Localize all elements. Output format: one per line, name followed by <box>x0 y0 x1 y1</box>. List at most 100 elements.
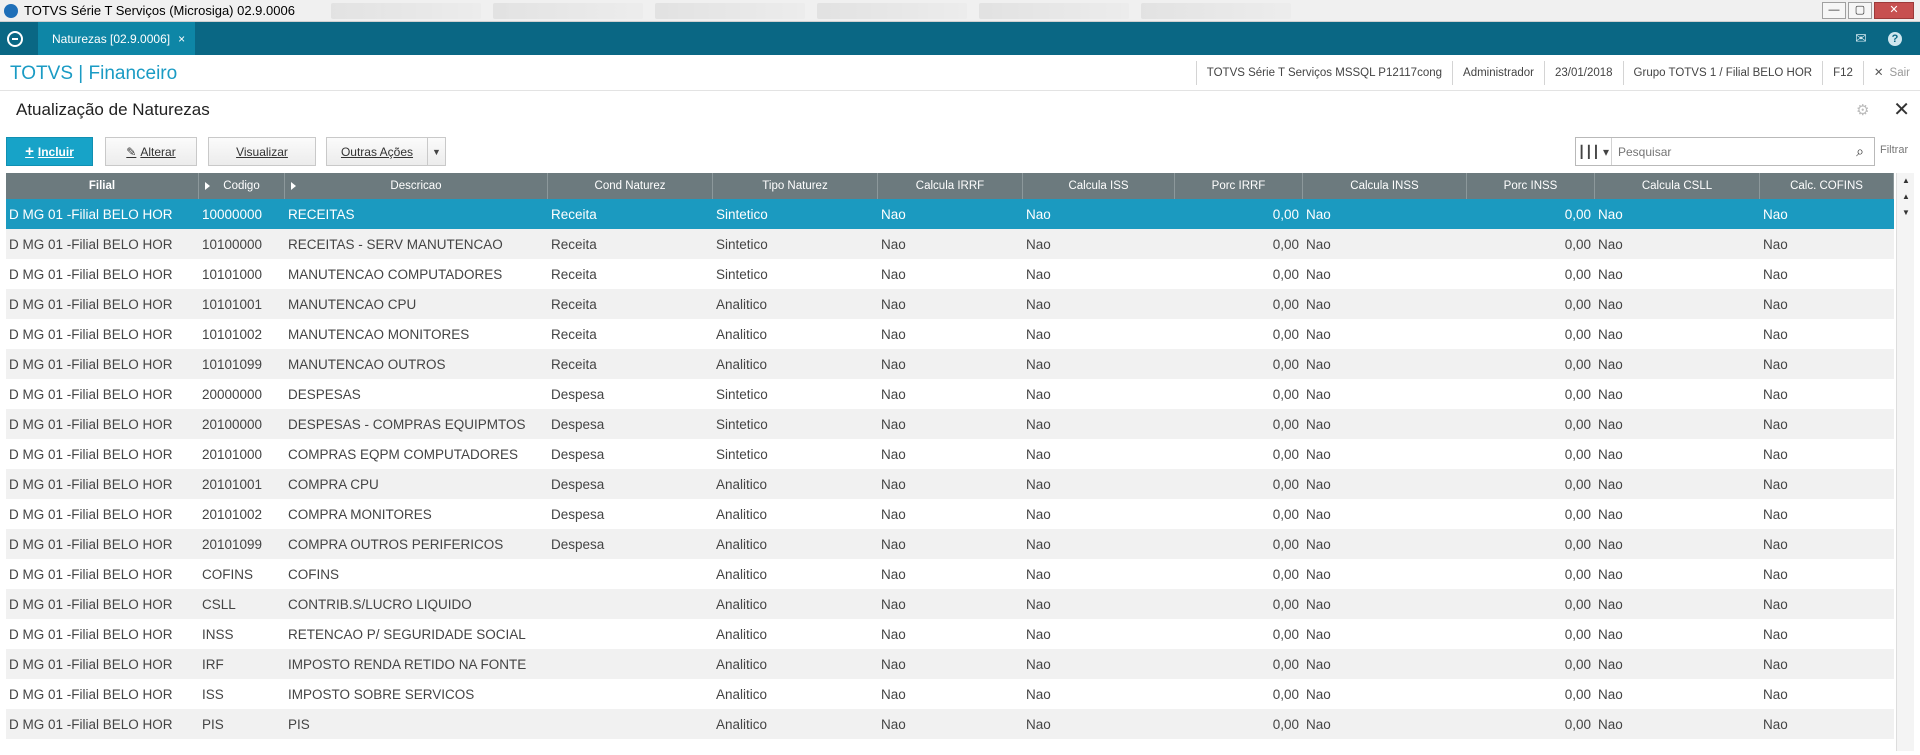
column-header-porc-inss[interactable]: Porc INSS <box>1467 173 1595 199</box>
cell-porc-inss: 0,00 <box>1564 446 1591 462</box>
table-row[interactable]: D MG 01 -Filial BELO HOR 10101099 MANUTENC… <box>6 349 1894 379</box>
column-header-tipo-naturez[interactable]: Tipo Naturez <box>713 173 878 199</box>
table-row[interactable]: D MG 01 -Filial BELO HOR PIS PIS Analitico N… <box>6 709 1894 739</box>
column-header-porc-irrf[interactable]: Porc IRRF <box>1175 173 1303 199</box>
cell-calcula-irrf: Nao <box>881 626 906 642</box>
cell-porc-irrf: 0,00 <box>1272 716 1299 732</box>
column-header-label: Descricao <box>390 180 442 192</box>
cell-calcula-csll: Nao <box>1598 716 1623 732</box>
cell-calc-cofins: Nao <box>1763 416 1788 432</box>
table-row[interactable]: D MG 01 -Filial BELO HOR 20000000 DESPESAS… <box>6 379 1894 409</box>
cell-cond-naturez <box>548 649 713 679</box>
table-row[interactable]: D MG 01 -Filial BELO HOR 10100000 RECEITAS… <box>6 229 1894 259</box>
help-icon[interactable]: ? <box>1878 22 1912 55</box>
group-label[interactable]: Grupo TOTVS 1 / Filial BELO HOR <box>1622 61 1823 85</box>
cell-porc-inss: 0,00 <box>1564 326 1591 342</box>
table-row[interactable]: D MG 01 -Filial BELO HOR 20101099 COMPRA O… <box>6 529 1894 559</box>
cell-calcula-irrf: Nao <box>881 356 906 372</box>
filtrar-link[interactable]: Filtrar <box>1880 144 1908 156</box>
tab-close-icon[interactable]: × <box>178 32 185 46</box>
cell-codigo: INSS <box>202 626 234 642</box>
table-row[interactable]: D MG 01 -Filial BELO HOR COFINS COFINS Anal… <box>6 559 1894 589</box>
column-header-calc-cofins[interactable]: Calc. COFINS <box>1760 173 1894 199</box>
column-header-label: Calcula IRRF <box>915 180 985 192</box>
table-row[interactable]: D MG 01 -Filial BELO HOR 20101000 COMPRAS … <box>6 439 1894 469</box>
column-header-filial[interactable]: Filial <box>6 173 199 199</box>
table-row[interactable]: D MG 01 -Filial BELO HOR 20101002 COMPRA M… <box>6 499 1894 529</box>
scroll-up-icon[interactable]: ▲ <box>1897 189 1915 205</box>
shortcut-label[interactable]: F12 <box>1822 61 1863 85</box>
table-row[interactable]: D MG 01 -Filial BELO HOR 20100000 DESPESAS… <box>6 409 1894 439</box>
cell-filial: D MG 01 -Filial BELO HOR <box>9 326 173 342</box>
outras-acoes-button[interactable]: Outras Ações ▼ <box>326 137 446 166</box>
search-icon[interactable]: ⌕ <box>1846 143 1874 160</box>
cell-codigo: ISS <box>202 686 224 702</box>
table-row[interactable]: D MG 01 -Filial BELO HOR 10101000 MANUTENC… <box>6 259 1894 289</box>
search-input[interactable] <box>1612 144 1846 159</box>
table-row[interactable]: D MG 01 -Filial BELO HOR 10000000 RECEITAS… <box>6 199 1894 229</box>
minimize-button[interactable]: — <box>1822 2 1846 19</box>
cell-calcula-irrf: Nao <box>881 206 906 222</box>
table-row[interactable]: D MG 01 -Filial BELO HOR ISS IMPOSTO SOBRE… <box>6 679 1894 709</box>
cell-tipo-naturez: Sintetico <box>716 206 768 222</box>
cell-porc-inss: 0,00 <box>1564 506 1591 522</box>
columns-selector-icon[interactable]: ┃┃┃ ▾ <box>1576 138 1612 165</box>
column-header-calcula-iss[interactable]: Calcula ISS <box>1023 173 1175 199</box>
mail-icon[interactable]: ✉ <box>1844 22 1878 55</box>
table-row[interactable]: D MG 01 -Filial BELO HOR IRF IMPOSTO RENDA… <box>6 649 1894 679</box>
incluir-button[interactable]: + Incluir <box>6 137 93 166</box>
totvs-logo-icon[interactable] <box>0 22 30 55</box>
cell-tipo-naturez: Analitico <box>716 356 768 372</box>
visualizar-button[interactable]: Visualizar <box>208 137 316 166</box>
cell-porc-inss: 0,00 <box>1564 416 1591 432</box>
cell-filial: D MG 01 -Filial BELO HOR <box>9 446 173 462</box>
cell-calcula-irrf: Nao <box>881 296 906 312</box>
cell-calcula-irrf: Nao <box>881 266 906 282</box>
column-header-codigo[interactable]: Codigo <box>199 173 285 199</box>
cell-descricao: COMPRA MONITORES <box>288 506 432 522</box>
cell-calc-cofins: Nao <box>1763 446 1788 462</box>
table-row[interactable]: D MG 01 -Filial BELO HOR INSS RETENCAO P/ … <box>6 619 1894 649</box>
cell-codigo: COFINS <box>202 566 254 582</box>
column-header-label: Calcula INSS <box>1350 180 1419 192</box>
cell-descricao: COMPRA CPU <box>288 476 379 492</box>
tab-naturezas[interactable]: Naturezas [02.9.0006] × <box>38 22 196 55</box>
column-header-calcula-irrf[interactable]: Calcula IRRF <box>878 173 1023 199</box>
maximize-button[interactable]: ▢ <box>1848 2 1872 19</box>
cell-descricao: DESPESAS <box>288 386 361 402</box>
column-header-calcula-inss[interactable]: Calcula INSS <box>1303 173 1467 199</box>
chevron-down-icon[interactable]: ▼ <box>427 138 445 165</box>
cell-calcula-csll: Nao <box>1598 446 1623 462</box>
close-window-button[interactable]: ✕ <box>1874 2 1914 19</box>
cell-calcula-inss: Nao <box>1306 236 1331 252</box>
cell-porc-inss: 0,00 <box>1564 596 1591 612</box>
cell-descricao: MANUTENCAO CPU <box>288 296 417 312</box>
cell-calcula-inss: Nao <box>1306 686 1331 702</box>
table-row[interactable]: D MG 01 -Filial BELO HOR CSLL CONTRIB.S/LU… <box>6 589 1894 619</box>
cell-calcula-inss: Nao <box>1306 656 1331 672</box>
sair-button[interactable]: ✕ Sair <box>1862 61 1920 85</box>
cell-descricao: COMPRA OUTROS PERIFERICOS <box>288 536 504 552</box>
scroll-top-icon[interactable]: ▲ <box>1897 173 1915 189</box>
app-icon <box>4 3 18 18</box>
cell-porc-inss: 0,00 <box>1564 686 1591 702</box>
column-header-calcula-csll[interactable]: Calcula CSLL <box>1595 173 1760 199</box>
vertical-scrollbar[interactable]: ▲ ▲ ▼ <box>1896 173 1914 751</box>
alterar-button[interactable]: ✎ Alterar <box>105 137 197 166</box>
close-page-button[interactable]: ✕ <box>1893 100 1910 120</box>
column-header-cond-naturez[interactable]: Cond Naturez <box>548 173 713 199</box>
gear-icon[interactable]: ⚙ <box>1856 103 1872 119</box>
cell-cond-naturez: Despesa <box>551 416 605 432</box>
table-row[interactable]: D MG 01 -Filial BELO HOR 10101001 MANUTENC… <box>6 289 1894 319</box>
scroll-down-icon[interactable]: ▼ <box>1897 205 1915 221</box>
column-header-descricao[interactable]: Descricao <box>285 173 548 199</box>
cell-porc-irrf: 0,00 <box>1272 476 1299 492</box>
cell-porc-inss: 0,00 <box>1564 236 1591 252</box>
session-info: TOTVS Série T Serviços MSSQL P12117cong … <box>1195 61 1920 85</box>
cell-calc-cofins: Nao <box>1763 716 1788 732</box>
pencil-icon: ✎ <box>126 144 137 159</box>
cell-calcula-inss: Nao <box>1306 416 1331 432</box>
table-row[interactable]: D MG 01 -Filial BELO HOR 20101001 COMPRA C… <box>6 469 1894 499</box>
table-row[interactable]: D MG 01 -Filial BELO HOR 10101002 MANUTENC… <box>6 319 1894 349</box>
background-taskbar-tabs <box>330 2 1303 19</box>
